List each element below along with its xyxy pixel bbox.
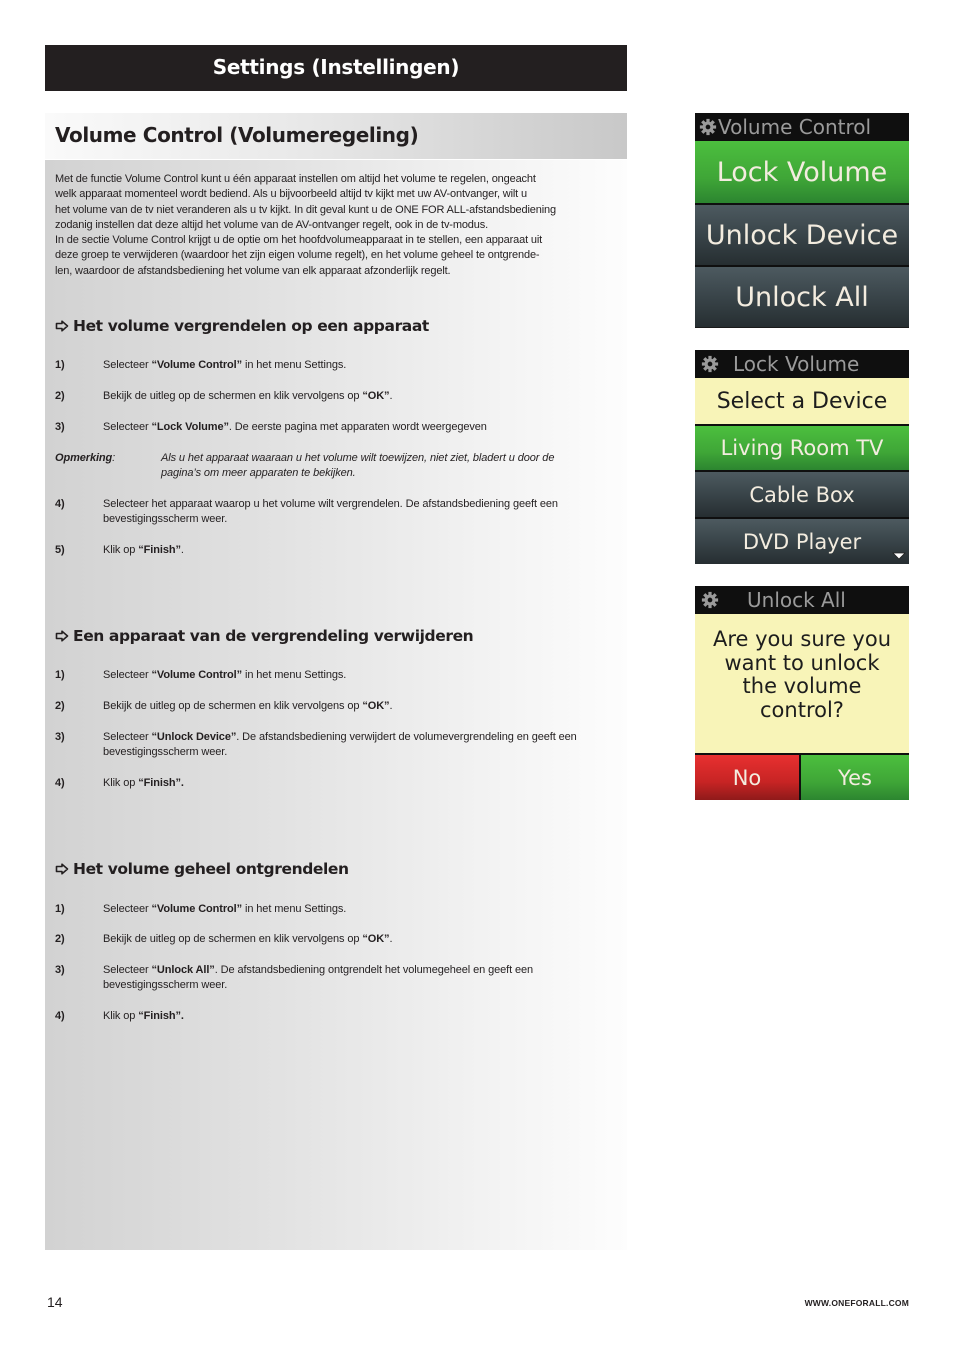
page-number: 14 <box>47 1294 63 1310</box>
gear-icon <box>699 118 717 136</box>
intro-line: deze groep te verwijderen (waardoor het … <box>55 249 540 262</box>
step-text: Selecteer “Volume Control” in het menu S… <box>103 359 347 371</box>
confirm-buttons: No Yes <box>695 753 909 800</box>
gear-icon <box>701 591 719 609</box>
confirm-message: Are you sure you want to unlock the volu… <box>695 614 909 753</box>
step-text: Selecteer “Volume Control” in het menu S… <box>103 669 347 681</box>
message-line: Are you sure you <box>713 627 891 651</box>
screen-lock-volume: Lock Volume Select a Device Living Room … <box>695 350 909 564</box>
unlock-device-button[interactable]: Unlock Device <box>695 203 909 265</box>
step-text: Selecteer “Unlock Device”. De afstandsbe… <box>103 731 577 758</box>
section-heading-text: Het volume geheel ontgrendelen <box>73 860 349 878</box>
note-text: Als u het apparaat waaraan u het volume … <box>161 452 555 479</box>
step-item: 2) Bekijk de uitleg op de schermen en kl… <box>55 932 620 947</box>
intro-paragraph: Met de functie Volume Control kunt u één… <box>55 172 620 279</box>
section-heading-lock: Het volume vergrendelen op een apparaat <box>55 316 429 336</box>
intro-line: het volume van de tv niet veranderen als… <box>55 203 556 216</box>
device-label: DVD Player <box>742 529 862 554</box>
yes-button[interactable]: Yes <box>801 755 909 800</box>
message-line: control? <box>760 697 844 722</box>
step-text: Selecteer “Unlock All”. De afstandsbedie… <box>103 964 534 991</box>
step-number: 2) <box>55 933 65 945</box>
step-number: 2) <box>55 700 65 712</box>
device-cable-box[interactable]: Cable Box <box>695 470 909 517</box>
step-item: 1) Selecteer “Volume Control” in het men… <box>55 668 620 683</box>
section-header: Settings (Instellingen) <box>45 45 627 91</box>
intro-line: welk apparaat momenteel wordt bediend. A… <box>55 188 527 201</box>
step-item: 2) Bekijk de uitleg op de schermen en kl… <box>55 699 620 714</box>
step-number: 2) <box>55 390 65 402</box>
section-heading-unlock-all: Het volume geheel ontgrendelen <box>55 859 349 879</box>
step-item: 4) Klik op “Finish”. <box>55 776 620 791</box>
step-number: 1) <box>55 669 65 681</box>
screen-volume-control: Volume Control Lock Volume Unlock Device… <box>695 113 909 328</box>
step-number: 3) <box>55 421 65 433</box>
note-label: Opmerking: <box>55 452 116 464</box>
section-heading-text: Een apparaat van de vergrendeling verwij… <box>73 627 474 645</box>
unlock-all-button[interactable]: Unlock All <box>695 265 909 327</box>
step-number: 4) <box>55 777 65 789</box>
step-item: 1) Selecteer “Volume Control” in het men… <box>55 902 620 917</box>
step-text: Klik op “Finish”. <box>103 544 184 556</box>
footer-url: WWW.ONEFORALL.COM <box>804 1298 909 1308</box>
step-item: 2) Bekijk de uitleg op de schermen en kl… <box>55 389 620 404</box>
arrow-right-icon <box>55 863 69 875</box>
screen-title: Unlock All <box>747 588 846 612</box>
step-number: 4) <box>55 1010 65 1022</box>
step-number: 3) <box>55 964 65 976</box>
section-heading-unlock-device: Een apparaat van de vergrendeling verwij… <box>55 626 474 646</box>
note: Opmerking: Als u het apparaat waaraan u … <box>55 451 620 481</box>
intro-line: Met de functie Volume Control kunt u één… <box>55 173 536 185</box>
message-line: the volume <box>742 674 862 698</box>
arrow-right-icon <box>55 320 69 332</box>
message-line: want to unlock <box>724 650 880 675</box>
step-number: 4) <box>55 498 65 510</box>
step-text: Selecteer het apparaat waarop u het volu… <box>103 498 558 525</box>
step-item: 1) Selecteer “Volume Control” in het men… <box>55 358 620 373</box>
step-text: Selecteer “Volume Control” in het menu S… <box>103 903 347 915</box>
step-number: 5) <box>55 544 65 556</box>
device-dvd-player[interactable]: DVD Player <box>695 517 909 564</box>
step-item: 3) Selecteer “Lock Volume”. De eerste pa… <box>55 420 620 435</box>
intro-line: len, waardoor de afstandsbediening het v… <box>55 264 451 277</box>
step-text: Bekijk de uitleg op de schermen en klik … <box>103 700 393 712</box>
screen-title: Lock Volume <box>733 352 860 376</box>
step-text: Bekijk de uitleg op de schermen en klik … <box>103 933 393 945</box>
step-number: 3) <box>55 731 65 743</box>
step-number: 1) <box>55 359 65 371</box>
step-text: Klik op “Finish”. <box>103 1010 184 1022</box>
step-number: 1) <box>55 903 65 915</box>
select-device-prompt: Select a Device <box>695 378 909 424</box>
step-item: 5) Klik op “Finish”. <box>55 543 620 558</box>
gear-icon <box>701 355 719 373</box>
step-text: Klik op “Finish”. <box>103 777 184 789</box>
step-text: Bekijk de uitleg op de schermen en klik … <box>103 390 393 402</box>
lock-volume-button[interactable]: Lock Volume <box>695 141 909 203</box>
step-item: 3) Selecteer “Unlock Device”. De afstand… <box>55 730 620 760</box>
screen-title-bar: Volume Control <box>695 113 909 141</box>
intro-line: zodanig instellen dat deze altijd het vo… <box>55 218 488 231</box>
intro-line: In de sectie Volume Control krijgt u de … <box>55 234 543 247</box>
screen-title-bar: Unlock All <box>695 586 909 614</box>
screen-title-bar: Lock Volume <box>695 350 909 378</box>
step-text: Selecteer “Lock Volume”. De eerste pagin… <box>103 421 487 433</box>
step-item: 4) Selecteer het apparaat waarop u het v… <box>55 497 620 527</box>
section-heading-text: Het volume vergrendelen op een apparaat <box>73 317 429 335</box>
screen-unlock-all: Unlock All Are you sure you want to unlo… <box>695 586 909 800</box>
device-living-room-tv[interactable]: Living Room TV <box>695 424 909 470</box>
no-button[interactable]: No <box>695 755 801 800</box>
scroll-down-icon[interactable] <box>892 552 906 560</box>
arrow-right-icon <box>55 630 69 642</box>
step-item: 4) Klik op “Finish”. <box>55 1009 620 1024</box>
page-title: Volume Control (Volumeregeling) <box>45 113 627 159</box>
step-item: 3) Selecteer “Unlock All”. De afstandsbe… <box>55 963 620 993</box>
screen-title: Volume Control <box>718 115 872 139</box>
